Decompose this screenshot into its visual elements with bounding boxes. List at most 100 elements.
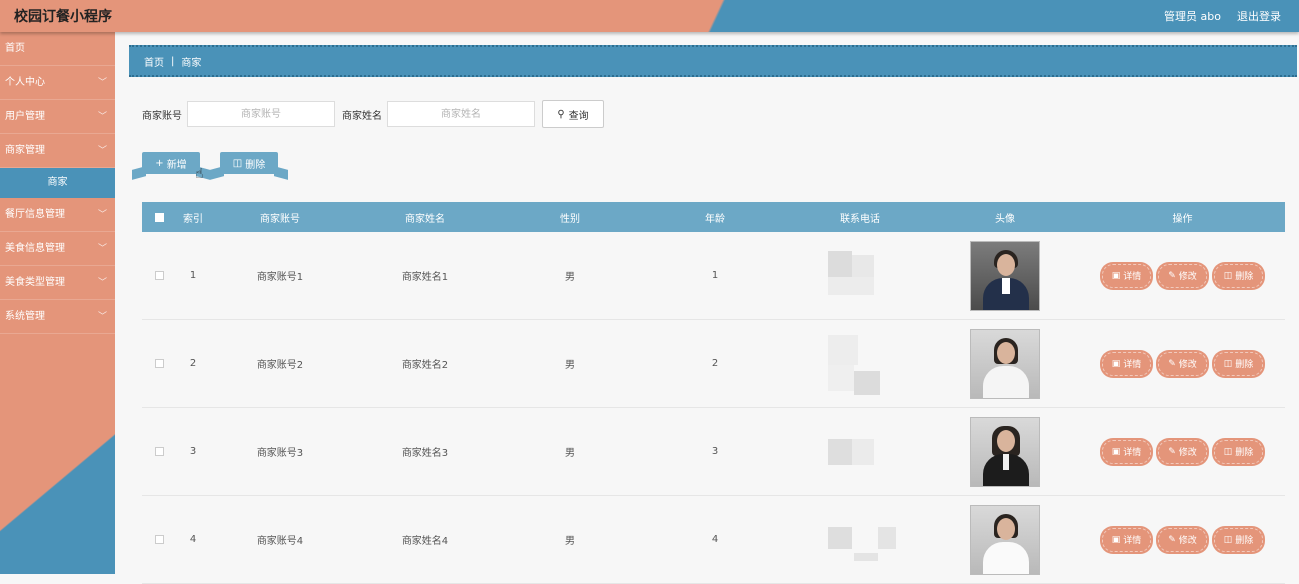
- cell-avatar: [930, 504, 1080, 575]
- avatar: [970, 240, 1040, 311]
- detail-button[interactable]: ▣ 详情: [1101, 263, 1152, 288]
- col-name: 商家姓名: [405, 213, 445, 225]
- sidebar-item-user-management[interactable]: 用户管理 ﹀: [0, 100, 115, 134]
- cell-name: 商家姓名3: [401, 448, 449, 459]
- redacted-block: [824, 417, 896, 487]
- cell-age: 3: [711, 446, 719, 457]
- avatar: [970, 504, 1040, 575]
- sidebar-item-food-info[interactable]: 美食信息管理 ﹀: [0, 232, 115, 266]
- table-header: 索引 商家账号 商家姓名 性别 年龄 联系电话 头像 操作: [142, 202, 1285, 232]
- edit-button[interactable]: ✎ 修改: [1158, 351, 1207, 376]
- cell-phone-redacted: [790, 329, 930, 399]
- add-button[interactable]: + 新增: [142, 152, 200, 174]
- cell-index: 3: [189, 446, 197, 457]
- edit-button-label: 修改: [1178, 536, 1197, 546]
- cell-account: 商家账号4: [256, 536, 304, 547]
- delete-button-label: 删除: [1235, 360, 1254, 370]
- cell-age: 2: [711, 358, 719, 369]
- detail-button-label: 详情: [1123, 272, 1142, 282]
- breadcrumb-home[interactable]: 首页: [144, 54, 164, 69]
- search-bar: 商家账号 商家姓名 ⚲ 查询: [142, 100, 604, 128]
- pencil-icon: ✎: [1168, 534, 1176, 545]
- trash-icon: ◫: [1223, 358, 1233, 369]
- cell-actions: ▣ 详情 ✎ 修改 ◫ 删除: [1080, 263, 1285, 288]
- edit-button[interactable]: ✎ 修改: [1158, 527, 1207, 552]
- edit-button[interactable]: ✎ 修改: [1158, 263, 1207, 288]
- detail-button[interactable]: ▣ 详情: [1101, 351, 1152, 376]
- query-button[interactable]: ⚲ 查询: [542, 100, 604, 128]
- chevron-down-icon: ﹀: [97, 312, 107, 322]
- logout-link[interactable]: 退出登录: [1237, 8, 1281, 24]
- row-checkbox-cell: [142, 271, 176, 280]
- cell-gender: 男: [565, 536, 575, 547]
- admin-user-label[interactable]: 管理员 abo: [1164, 8, 1221, 24]
- edit-button-label: 修改: [1178, 360, 1197, 370]
- sidebar-item-label: 餐厅信息管理: [5, 209, 65, 220]
- detail-button-label: 详情: [1123, 536, 1142, 546]
- cell-index: 2: [189, 358, 197, 369]
- pencil-icon: ✎: [1168, 446, 1176, 457]
- trash-icon: ◫: [1223, 534, 1233, 545]
- row-checkbox[interactable]: [154, 535, 164, 544]
- trash-icon: ◫: [232, 157, 243, 169]
- account-search-input[interactable]: [187, 101, 335, 127]
- delete-button-label: 删除: [1235, 536, 1254, 546]
- edit-button[interactable]: ✎ 修改: [1158, 439, 1207, 464]
- row-checkbox[interactable]: [154, 447, 164, 456]
- row-checkbox[interactable]: [154, 359, 164, 368]
- chevron-down-icon: ﹀: [97, 278, 107, 288]
- row-checkbox-cell: [142, 447, 176, 456]
- cell-account: 商家账号1: [256, 272, 304, 283]
- delete-button[interactable]: ◫ 删除: [1213, 527, 1264, 552]
- cell-phone-redacted: [790, 241, 930, 311]
- col-account: 商家账号: [260, 213, 300, 225]
- sidebar-item-merchant-management[interactable]: 商家管理 ﹀: [0, 134, 115, 168]
- sidebar-item-food-type[interactable]: 美食类型管理 ﹀: [0, 266, 115, 300]
- cell-avatar: [930, 416, 1080, 487]
- top-header: 校园订餐小程序 管理员 abo 退出登录: [0, 0, 1299, 32]
- delete-button[interactable]: ◫ 删除: [1213, 439, 1264, 464]
- detail-button[interactable]: ▣ 详情: [1101, 439, 1152, 464]
- breadcrumb-separator: |: [171, 55, 175, 67]
- row-checkbox-cell: [142, 535, 176, 544]
- sidebar-item-label: 用户管理: [5, 111, 45, 122]
- col-gender: 性别: [560, 213, 580, 225]
- cell-gender: 男: [565, 360, 575, 371]
- sidebar-subitem-merchant[interactable]: 商家: [0, 168, 115, 198]
- document-icon: ▣: [1111, 270, 1121, 281]
- redacted-block: [824, 505, 896, 575]
- sidebar-item-system[interactable]: 系统管理 ﹀: [0, 300, 115, 334]
- cell-gender: 男: [565, 272, 575, 283]
- delete-button[interactable]: ◫ 删除: [1213, 351, 1264, 376]
- cell-actions: ▣ 详情 ✎ 修改 ◫ 删除: [1080, 527, 1285, 552]
- edit-button-label: 修改: [1178, 272, 1197, 282]
- trash-icon: ◫: [1223, 446, 1233, 457]
- col-age: 年龄: [705, 213, 725, 225]
- redacted-block: [824, 241, 896, 311]
- name-label: 商家姓名: [342, 110, 382, 122]
- cell-avatar: [930, 328, 1080, 399]
- col-avatar: 头像: [995, 213, 1015, 225]
- name-search-input[interactable]: [387, 101, 535, 127]
- edit-button-label: 修改: [1178, 448, 1197, 458]
- delete-button[interactable]: ◫ 删除: [1213, 263, 1264, 288]
- sidebar-item-restaurant-info[interactable]: 餐厅信息管理 ﹀: [0, 198, 115, 232]
- sidebar-item-home[interactable]: 首页: [0, 32, 115, 66]
- detail-button[interactable]: ▣ 详情: [1101, 527, 1152, 552]
- add-button-label: 新增: [166, 159, 187, 171]
- select-all-cell: [142, 212, 176, 222]
- table-row: 1 商家账号1 商家姓名1 男 1 ▣ 详情 ✎ 修改 ◫ 删除: [142, 232, 1285, 320]
- document-icon: ▣: [1111, 446, 1121, 457]
- cell-account: 商家账号3: [256, 448, 304, 459]
- batch-delete-button[interactable]: ◫ 删除: [220, 152, 278, 174]
- cell-name: 商家姓名4: [401, 536, 449, 547]
- row-checkbox[interactable]: [154, 271, 164, 280]
- sidebar-item-personal-center[interactable]: 个人中心 ﹀: [0, 66, 115, 100]
- action-toolbar: + 新增 ◫ 删除: [142, 152, 278, 174]
- document-icon: ▣: [1111, 358, 1121, 369]
- select-all-checkbox[interactable]: [154, 212, 164, 222]
- chevron-down-icon: ﹀: [97, 112, 107, 122]
- header-user-area: 管理员 abo 退出登录: [1164, 8, 1281, 24]
- query-button-label: 查询: [568, 110, 589, 122]
- app-title: 校园订餐小程序: [14, 9, 112, 25]
